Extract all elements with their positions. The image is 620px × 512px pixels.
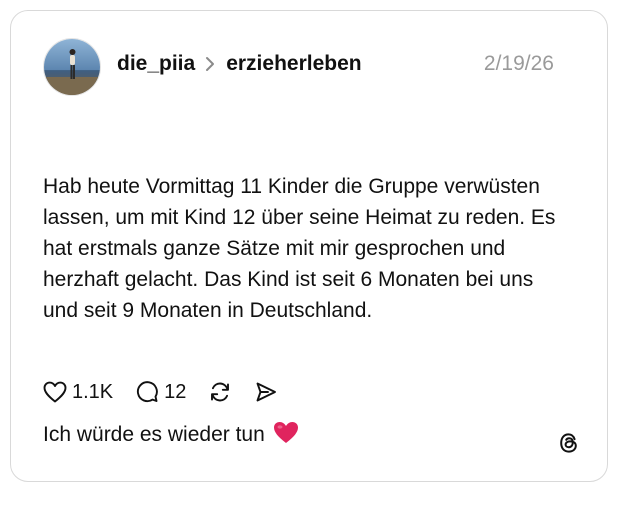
red-heart-emoji-icon	[273, 421, 299, 445]
heart-icon	[43, 381, 67, 403]
threads-logo-icon	[557, 431, 581, 455]
comment-bubble-icon	[135, 380, 159, 404]
reply-button[interactable]: 12	[135, 380, 186, 404]
action-bar: 1.1K 12	[43, 377, 278, 407]
repost-button[interactable]	[208, 380, 232, 404]
community-name[interactable]: erzieherleben	[226, 52, 361, 76]
post-body: Hab heute Vormittag 11 Kinder die Gruppe…	[43, 109, 573, 512]
send-icon	[254, 380, 278, 404]
like-button[interactable]: 1.1K	[43, 381, 113, 404]
like-count: 1.1K	[72, 380, 114, 403]
chevron-right-icon	[205, 56, 215, 72]
avatar[interactable]	[43, 38, 101, 96]
post-date: 2/19/26	[483, 52, 554, 75]
post-paragraph-last: Ich würde es wieder tun	[43, 419, 573, 450]
post-paragraph-text: Ich würde es wieder tun	[43, 423, 265, 446]
author-name[interactable]: die_piia	[117, 52, 195, 76]
share-button[interactable]	[254, 380, 278, 404]
post-header: die_piia erzieherleben	[117, 49, 362, 79]
repost-icon	[208, 380, 232, 404]
reply-count: 12	[164, 380, 187, 403]
post-card: die_piia erzieherleben 2/19/26 Hab heute…	[10, 10, 608, 482]
post-paragraph: Hab heute Vormittag 11 Kinder die Gruppe…	[43, 175, 562, 322]
